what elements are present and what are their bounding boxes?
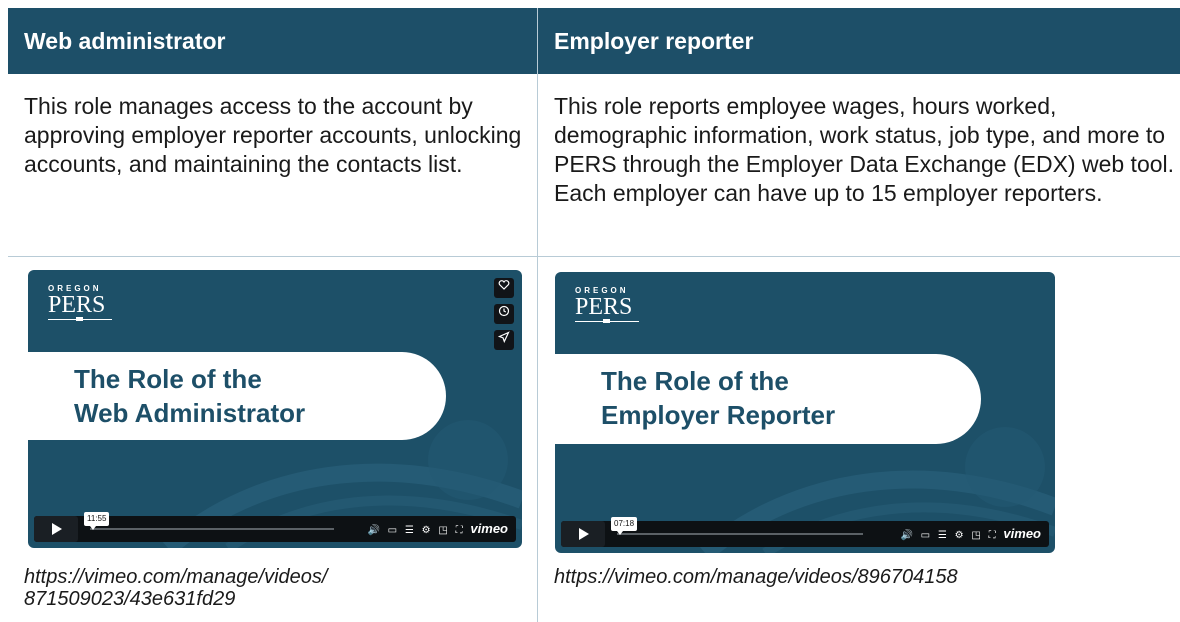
- time-tooltip: 11:55: [84, 512, 110, 530]
- video-control-bar: 07:18 🔊 ▭ ☰ ⚙ ◳ ⛶ vimeo: [561, 517, 1049, 547]
- cc-icon[interactable]: ▭: [921, 523, 930, 549]
- player-icons: 🔊 ▭ ☰ ⚙ ◳ ⛶ vimeo: [895, 521, 1041, 547]
- pers-logo: OREGON PERS: [48, 284, 112, 321]
- pip-icon[interactable]: ◳: [971, 523, 980, 549]
- video-control-bar: 11:55 🔊 ▭ ☰ ⚙ ◳ ⛶ vimeo: [34, 512, 516, 542]
- video-title-banner: The Role of the Employer Reporter: [555, 354, 981, 444]
- player-icons: 🔊 ▭ ☰ ⚙ ◳ ⛶ vimeo: [362, 516, 508, 542]
- volume-icon[interactable]: 🔊: [367, 518, 379, 544]
- employer-reporter-description: This role reports employee wages, hours …: [554, 93, 1175, 206]
- web-administrator-video-link[interactable]: https://vimeo.com/manage/videos/ 8715090…: [24, 566, 464, 610]
- settings-icon[interactable]: ⚙: [955, 523, 964, 549]
- play-icon[interactable]: [34, 516, 78, 542]
- volume-icon[interactable]: 🔊: [900, 523, 912, 549]
- pip-icon[interactable]: ◳: [438, 518, 447, 544]
- pers-logo: OREGON PERS: [575, 286, 639, 323]
- header-web-administrator: Web administrator: [8, 8, 537, 74]
- transcript-icon[interactable]: ☰: [938, 523, 947, 549]
- fullscreen-icon[interactable]: ⛶: [456, 518, 463, 544]
- column-divider: [537, 8, 538, 622]
- header-employer-reporter: Employer reporter: [538, 8, 1180, 74]
- progress-track[interactable]: 11:55: [84, 512, 334, 530]
- cc-icon[interactable]: ▭: [388, 518, 397, 544]
- share-icon[interactable]: [494, 330, 514, 350]
- employer-reporter-video-player[interactable]: OREGON PERS The Role of the Employer Rep…: [555, 272, 1055, 553]
- fullscreen-icon[interactable]: ⛶: [989, 523, 996, 549]
- time-tooltip: 07:18: [611, 517, 638, 535]
- clock-icon[interactable]: [494, 304, 514, 324]
- transcript-icon[interactable]: ☰: [405, 518, 414, 544]
- video-title: The Role of the Employer Reporter: [601, 366, 836, 430]
- settings-icon[interactable]: ⚙: [422, 518, 431, 544]
- web-administrator-description: This role manages access to the account …: [24, 93, 522, 177]
- vimeo-logo[interactable]: vimeo: [470, 516, 508, 542]
- web-administrator-video-player[interactable]: OREGON PERS The Role of the Web Administ…: [28, 270, 522, 548]
- employer-reporter-video-link[interactable]: https://vimeo.com/manage/videos/89670415…: [554, 566, 1174, 588]
- row-divider: [8, 256, 1180, 257]
- vimeo-logo[interactable]: vimeo: [1003, 521, 1041, 547]
- roles-table: Web administrator Employer reporter This…: [8, 8, 1180, 622]
- play-icon[interactable]: [561, 521, 605, 547]
- progress-track[interactable]: 07:18: [611, 517, 863, 535]
- video-title-banner: The Role of the Web Administrator: [28, 352, 446, 440]
- heart-icon[interactable]: [494, 278, 514, 298]
- video-title: The Role of the Web Administrator: [74, 364, 306, 428]
